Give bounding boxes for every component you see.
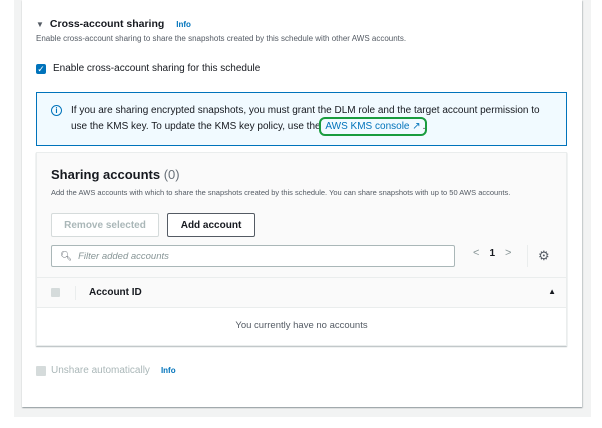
accounts-count: (0) (163, 167, 180, 182)
sharing-accounts-title: Sharing accounts (0) (51, 167, 180, 182)
sharing-accounts-description: Add the AWS accounts with which to share… (51, 188, 511, 197)
unshare-info-link[interactable]: Info (161, 366, 176, 375)
filter-placeholder: Filter added accounts (78, 250, 169, 262)
alert-suffix: . (422, 121, 426, 132)
sharing-accounts-title-text: Sharing accounts (51, 167, 161, 182)
search-icon: 🔍︎ (60, 250, 73, 262)
unshare-checkbox-box[interactable] (36, 365, 46, 376)
select-all-checkbox[interactable] (51, 288, 60, 297)
sharing-accounts-table: Sharing accounts (0) Add the AWS account… (36, 152, 567, 346)
pagination: < 1 > (473, 247, 511, 259)
kms-console-link[interactable]: AWS KMS console ↗ (319, 117, 427, 136)
unshare-automatically-checkbox[interactable]: Unshare automatically Info (36, 365, 176, 376)
previous-page-icon[interactable]: < (473, 247, 479, 259)
page-number[interactable]: 1 (489, 248, 495, 259)
next-page-icon[interactable]: > (505, 247, 511, 259)
remove-selected-button[interactable]: Remove selected (51, 213, 159, 237)
caret-down-icon[interactable]: ▼ (36, 20, 44, 29)
gear-icon[interactable]: ⚙ (538, 248, 550, 264)
column-divider (75, 286, 76, 300)
table-header: Account ID ▲ (37, 278, 566, 308)
enable-sharing-label: Enable cross-account sharing for this sc… (53, 63, 261, 74)
empty-state-text: You currently have no accounts (235, 320, 368, 331)
enable-sharing-checkbox[interactable]: ✓ Enable cross-account sharing for this … (36, 63, 260, 74)
section-title: Cross-account sharing (49, 18, 165, 30)
unshare-label: Unshare automatically (51, 365, 150, 376)
info-link[interactable]: Info (176, 20, 191, 29)
info-alert: i If you are sharing encrypted snapshots… (36, 92, 567, 146)
info-icon: i (51, 105, 62, 116)
kms-console-link-label: AWS KMS console (325, 121, 410, 132)
section-description: Enable cross-account sharing to share th… (36, 34, 407, 43)
alert-text: If you are sharing encrypted snapshots, … (71, 105, 540, 132)
add-account-button[interactable]: Add account (167, 213, 255, 237)
sort-ascending-icon[interactable]: ▲ (548, 287, 556, 296)
account-id-column-header[interactable]: Account ID (89, 287, 142, 298)
external-link-icon: ↗ (412, 121, 421, 132)
filter-accounts-input[interactable]: 🔍︎ Filter added accounts (51, 245, 455, 267)
divider (527, 245, 528, 267)
checkmark-icon[interactable]: ✓ (36, 63, 46, 74)
section-header[interactable]: ▼ Cross-account sharing Info (36, 18, 191, 30)
